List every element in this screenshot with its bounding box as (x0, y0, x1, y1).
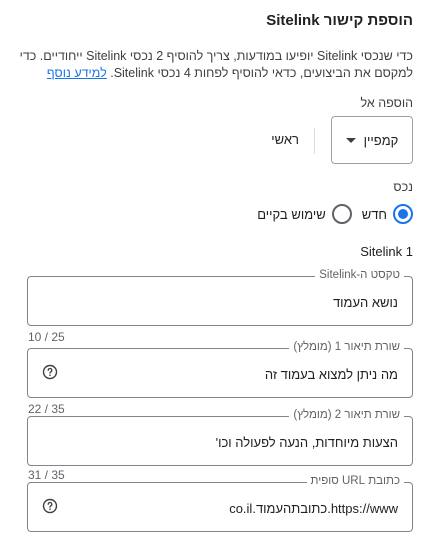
intro-text: כדי שנכסי Sitelink יופיעו במודעות, צריך … (3, 48, 413, 82)
radio-new-label: חדש (361, 206, 387, 222)
help-circle-icon[interactable] (42, 498, 58, 514)
asset-label: נכס (393, 180, 413, 194)
caret-down-icon (345, 137, 356, 143)
description-1-value[interactable]: מה ניתן למצוא בעמוד זה (265, 367, 398, 382)
description-2-label: שורת תיאור 2 (מומלץ) (289, 409, 404, 421)
radio-existing-label: שימוש בקיים (257, 206, 326, 222)
radio-option-existing[interactable]: שימוש בקיים (257, 204, 352, 224)
sitelink-text-field[interactable]: טקסט ה-Sitelink נושא העמוד (27, 269, 413, 326)
campaign-target: ראשי (271, 132, 299, 147)
learn-more-link[interactable]: למידע נוסף (47, 66, 107, 80)
sitelink-text-counter: 10 / 25 (28, 330, 65, 344)
divider (314, 128, 315, 154)
dialog-title: הוספת קישור Sitelink (266, 12, 413, 29)
description-1-label: שורת תיאור 1 (מומלץ) (289, 341, 404, 353)
campaign-select[interactable]: קמפיין (331, 116, 413, 164)
description-2-field[interactable]: שורת תיאור 2 (מומלץ) הצעות מיוחדות, הנעה… (27, 409, 413, 466)
description-1-counter: 22 / 35 (28, 402, 65, 416)
add-to-label: הוספה אל (360, 96, 413, 110)
campaign-select-value: קמפיין (363, 132, 399, 148)
sitelink-section-title: Sitelink 1 (360, 244, 413, 259)
asset-radio-group: חדש שימוש בקיים (253, 204, 413, 224)
radio-new[interactable] (393, 204, 413, 224)
description-2-value[interactable]: הצעות מיוחדות, הנעה לפעולה וכו' (216, 435, 398, 450)
description-2-counter: 31 / 35 (28, 468, 65, 482)
sitelink-text-label: טקסט ה-Sitelink (315, 269, 404, 281)
radio-existing[interactable] (331, 204, 352, 224)
sitelink-text-value[interactable]: נושא העמוד (333, 295, 398, 310)
radio-option-new[interactable]: חדש (362, 204, 413, 224)
final-url-value[interactable]: https://www.כתובתהעמוד.co.il (229, 501, 398, 516)
final-url-label: כתובת URL סופית (306, 475, 404, 487)
final-url-field[interactable]: כתובת URL סופית https://www.כתובתהעמוד.c… (27, 475, 413, 532)
help-circle-icon[interactable] (42, 364, 58, 380)
description-1-field[interactable]: שורת תיאור 1 (מומלץ) מה ניתן למצוא בעמוד… (27, 341, 413, 398)
